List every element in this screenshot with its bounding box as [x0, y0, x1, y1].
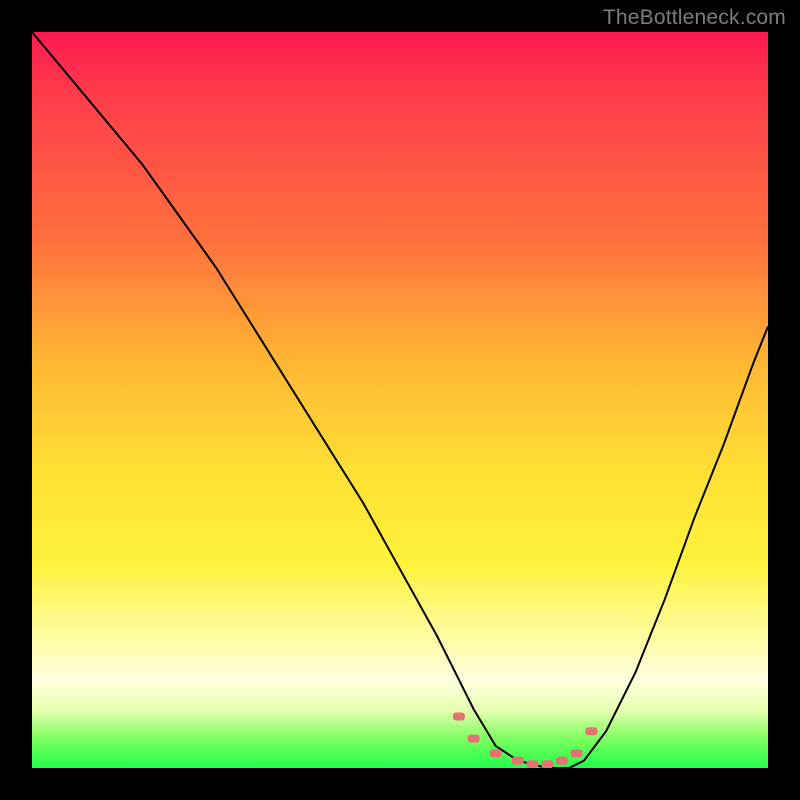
- trough-marker: [527, 760, 539, 768]
- attribution-text: TheBottleneck.com: [603, 6, 786, 30]
- bottleneck-curve: [32, 32, 768, 768]
- trough-marker: [512, 757, 524, 765]
- trough-marker: [468, 735, 480, 743]
- trough-markers: [453, 713, 598, 769]
- trough-marker: [556, 757, 568, 765]
- trough-marker: [490, 749, 502, 757]
- trough-marker: [571, 749, 583, 757]
- trough-marker: [541, 760, 553, 768]
- trough-marker: [585, 727, 597, 735]
- curve-path: [32, 32, 768, 768]
- trough-marker: [453, 713, 465, 721]
- plot-area: [32, 32, 768, 768]
- chart-frame: TheBottleneck.com: [0, 0, 800, 800]
